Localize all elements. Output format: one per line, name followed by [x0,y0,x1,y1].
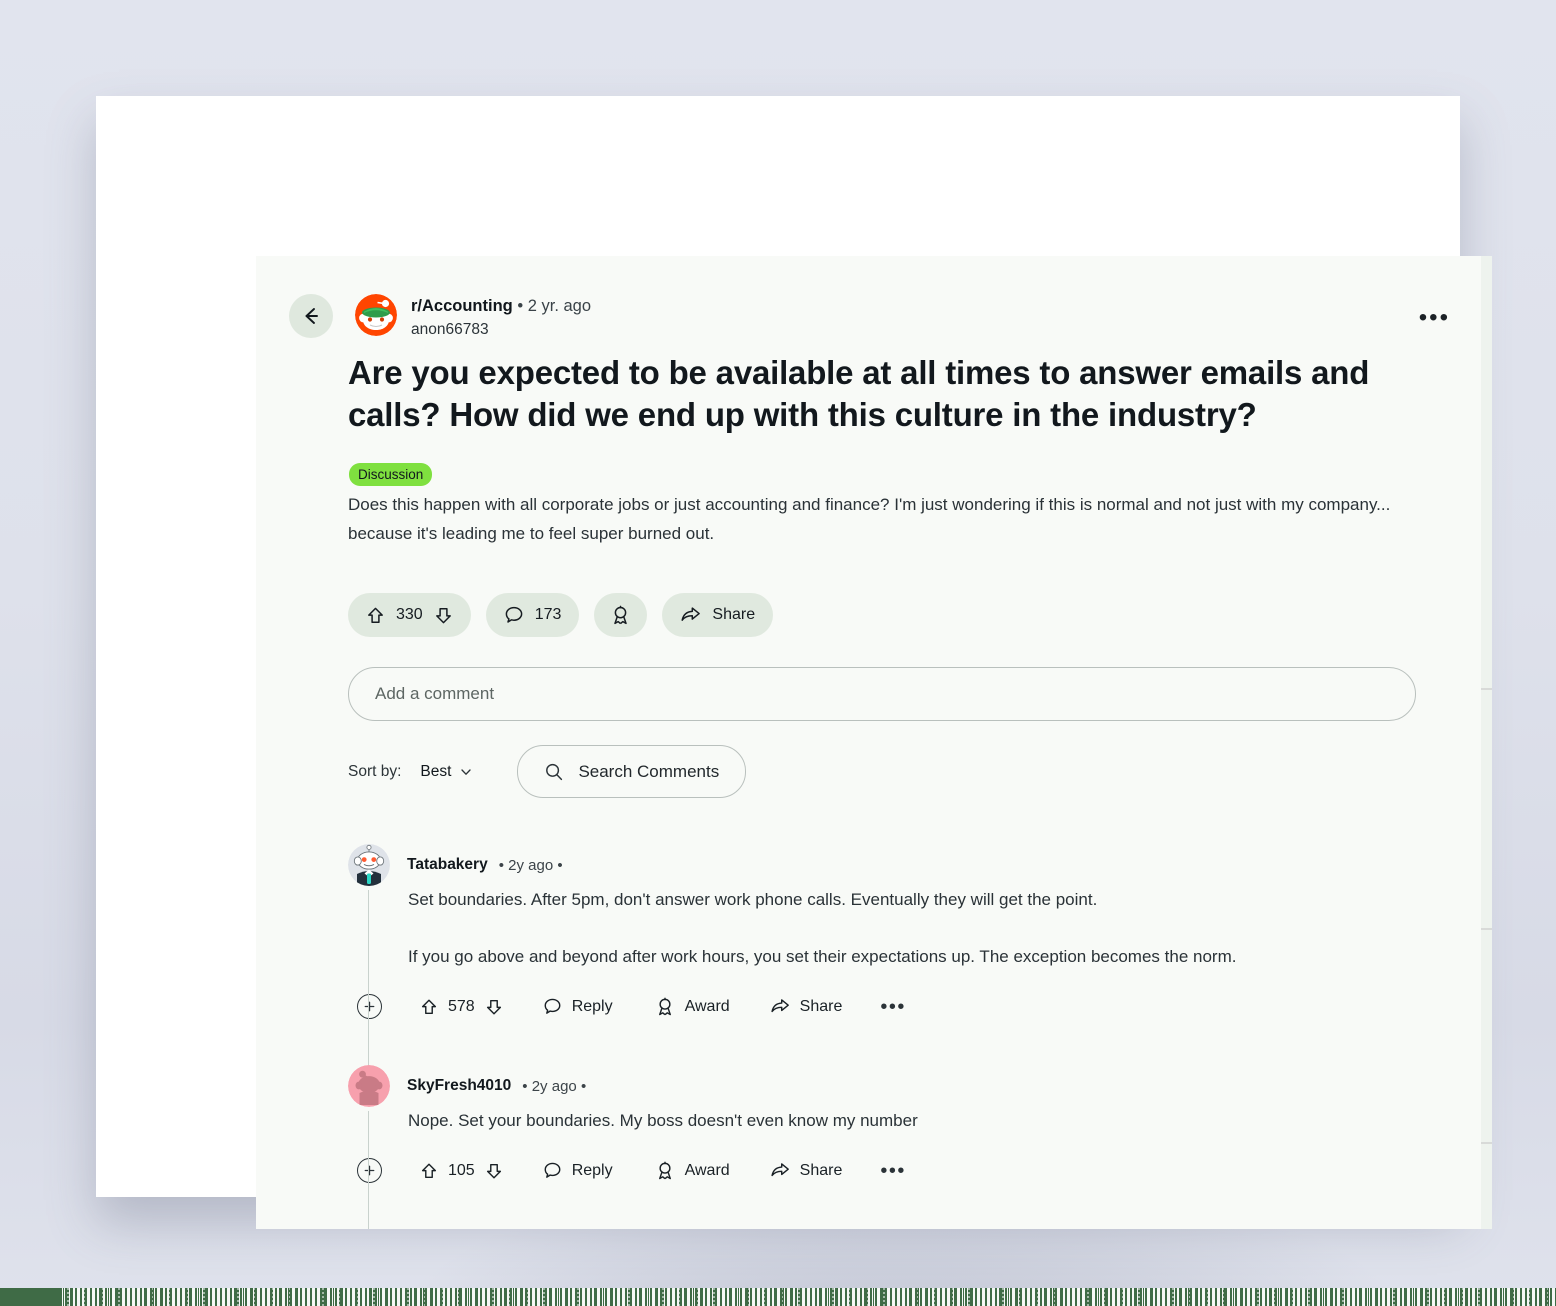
comment-share-button[interactable]: Share [770,997,843,1017]
post-award-button[interactable] [594,593,648,637]
post-title: Are you expected to be available at all … [348,354,1370,434]
comment-reply-label: Reply [571,997,613,1015]
sort-by-dropdown[interactable]: Best [420,763,473,781]
plus-circle-icon[interactable] [357,1158,382,1184]
sort-by-value: Best [420,762,452,780]
add-comment-placeholder: Add a comment [375,684,495,703]
post-author[interactable]: anon66783 [411,320,591,340]
edge-divider-tick [1481,688,1492,690]
post-comment-count: 173 [534,606,562,623]
comment-meta: • 2y ago • [522,1077,587,1095]
post-action-bar: 330 173 Share [348,593,774,637]
comment-paragraph: Nope. Set your boundaries. My boss doesn… [408,1111,918,1130]
post-score: 330 [396,606,423,623]
downvote-arrow-icon[interactable] [485,998,503,1016]
add-comment-input[interactable]: Add a comment [348,667,1416,721]
reddit-post-panel: r/Accounting • 2 yr. ago anon66783 ••• A… [256,256,1492,1229]
share-arrow-icon [770,997,790,1017]
post-share-button[interactable]: Share [662,593,774,637]
comment-body: Nope. Set your boundaries. My boss doesn… [408,1107,1438,1134]
bottom-strip-solid-segment [0,1288,60,1306]
downvote-arrow-icon[interactable] [485,1162,503,1180]
bottom-strip-dither-segment [60,1288,1556,1306]
comment-action-bar: 105 Reply Award Share ••• [348,1158,1438,1184]
comment-score: 105 [448,1161,475,1179]
share-arrow-icon [680,605,701,626]
search-comments-input[interactable]: Search Comments [517,745,747,798]
arrow-left-icon [300,305,322,327]
comment-header: Tatabakery • 2y ago • [348,844,1438,886]
post-body-text: Does this happen with all corporate jobs… [348,495,1391,544]
comment-overflow-menu-button[interactable]: ••• [880,1161,906,1181]
comment-share-label: Share [799,997,843,1015]
thread-collapse-line[interactable] [368,890,369,1070]
edge-divider-tick [1481,928,1492,930]
comment-overflow-menu-button[interactable]: ••• [880,997,906,1017]
comment-award-button[interactable]: Award [655,1161,730,1181]
comment-bubble-icon [504,605,524,625]
comment-reply-button[interactable]: Reply [543,997,613,1016]
comment-action-bar: 578 Reply Award Share ••• [348,994,1438,1020]
share-arrow-icon [770,1161,790,1181]
comment-award-label: Award [684,997,730,1015]
chevron-down-icon [459,765,473,779]
subreddit-name[interactable]: r/Accounting [411,297,513,315]
award-icon [610,605,631,626]
post-vote-pill[interactable]: 330 [348,593,471,637]
post-meta-separator: • [517,297,524,315]
search-comments-placeholder: Search Comments [578,761,720,781]
post-header: r/Accounting • 2 yr. ago anon66783 [289,292,591,340]
comments-sort-row: Sort by: Best Search Comments [348,745,747,798]
award-icon [655,1161,675,1181]
post-overflow-menu-button[interactable]: ••• [1419,306,1450,330]
comment-score: 578 [448,997,475,1015]
comment-reply-label: Reply [571,1161,613,1179]
post-flair-badge[interactable]: Discussion [349,463,433,486]
comment-share-button[interactable]: Share [770,1161,843,1181]
comment-vote-group[interactable]: 578 [420,998,503,1016]
search-icon [544,762,564,782]
comment-author[interactable]: SkyFresh4010 [407,1077,511,1095]
sort-by-label: Sort by: [348,762,402,780]
comment-award-label: Award [684,1161,730,1179]
comment-share-label: Share [799,1161,843,1179]
content-card: r/Accounting • 2 yr. ago anon66783 ••• A… [96,96,1492,1229]
panel-right-edge[interactable] [1481,256,1492,1229]
comment-thread: SkyFresh4010 • 2y ago • Nope. Set your b… [348,1065,1438,1229]
subreddit-avatar[interactable] [355,294,397,336]
comment-thread: Tatabakery • 2y ago • Set boundaries. Af… [348,844,1438,1070]
downvote-arrow-icon[interactable] [434,606,453,625]
plus-circle-icon[interactable] [357,994,382,1020]
upvote-arrow-icon[interactable] [420,1162,438,1180]
comment-meta: • 2y ago • [498,856,563,874]
bottom-green-strip [0,1288,1556,1306]
post-age: 2 yr. ago [527,297,592,315]
comment-body: Set boundaries. After 5pm, don't answer … [408,886,1438,970]
upvote-arrow-icon[interactable] [420,998,438,1016]
comment-author[interactable]: Tatabakery [407,856,488,874]
post-share-label: Share [712,606,756,623]
comment-paragraph: If you go above and beyond after work ho… [408,947,1237,967]
comment-award-button[interactable]: Award [655,997,730,1017]
comment-reply-button[interactable]: Reply [543,1161,613,1180]
thread-collapse-line[interactable] [368,1111,369,1229]
edge-divider-tick [1481,1142,1492,1144]
comment-bubble-icon [543,1161,562,1180]
award-icon [655,997,675,1017]
back-button[interactable] [289,294,333,338]
upvote-arrow-icon[interactable] [366,606,385,625]
comment-paragraph: Set boundaries. After 5pm, don't answer … [408,890,1098,909]
comment-author-avatar[interactable] [348,1065,390,1107]
comment-author-avatar[interactable] [348,844,390,886]
post-comments-pill[interactable]: 173 [485,593,580,637]
post-meta: r/Accounting • 2 yr. ago anon66783 [411,292,591,340]
comment-bubble-icon [543,997,562,1016]
comment-vote-group[interactable]: 105 [420,1162,503,1180]
comment-header: SkyFresh4010 • 2y ago • [348,1065,1438,1107]
